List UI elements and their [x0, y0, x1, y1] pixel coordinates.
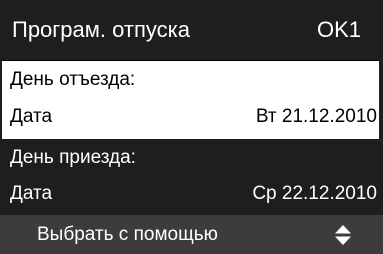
arrival-date-row[interactable]: Дата Ср 22.12.2010	[0, 176, 383, 212]
arrival-date-value: Ср 22.12.2010	[252, 183, 377, 204]
footer-hint-bar: Выбрать с помощью	[0, 215, 383, 254]
title-bar: Програм. отпуска OK1	[0, 0, 383, 53]
footer-hint-text: Выбрать с помощью	[37, 224, 218, 245]
departure-heading-row[interactable]: День отъезда:	[0, 62, 383, 98]
departure-heading: День отъезда:	[10, 69, 136, 90]
arrival-heading-row[interactable]: День приезда:	[0, 140, 383, 176]
arrival-heading: День приезда:	[10, 147, 136, 168]
departure-date-label: Дата	[10, 106, 53, 127]
program-code: OK1	[316, 17, 361, 42]
page-title: Програм. отпуска	[12, 17, 190, 42]
display-screen: Програм. отпуска OK1 День отъезда: Дата …	[0, 0, 383, 254]
arrival-date-label: Дата	[10, 183, 53, 204]
departure-date-value: Вт 21.12.2010	[255, 106, 377, 127]
up-down-arrows-icon	[335, 225, 351, 245]
departure-date-row[interactable]: Дата Вт 21.12.2010	[0, 99, 383, 135]
